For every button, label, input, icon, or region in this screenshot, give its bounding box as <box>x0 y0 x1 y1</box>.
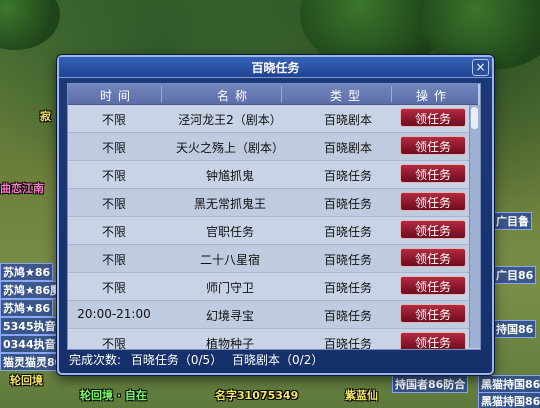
scrollbar-thumb[interactable] <box>471 107 478 129</box>
bg-player-name: 苏鸠★86 <box>0 299 54 317</box>
accept-task-button[interactable]: 领任务 <box>400 192 466 211</box>
task-type: 百晓任务 <box>323 337 372 350</box>
bg-player-name: 猫灵猫灵80 <box>0 353 66 371</box>
column-header-type: 类型 <box>308 86 392 104</box>
task-name: 官职任务 <box>205 225 254 239</box>
column-header-action: 操作 <box>415 89 452 103</box>
accept-task-button[interactable]: 领任务 <box>400 136 466 155</box>
accept-task-button[interactable]: 领任务 <box>400 276 466 295</box>
task-type: 百晓任务 <box>323 197 372 211</box>
task-time: 不限 <box>101 141 126 155</box>
table-row: 不限 植物种子 百晓任务 领任务 <box>68 329 478 350</box>
accept-task-button[interactable]: 领任务 <box>400 220 466 239</box>
table-row: 不限 官职任务 百晓任务 领任务 <box>68 217 478 245</box>
bg-player-name: 广目86 <box>493 266 537 284</box>
close-icon[interactable]: × <box>472 59 489 76</box>
completion-label: 完成次数: <box>69 353 122 367</box>
script-count: 百晓剧本（0/2） <box>232 353 324 367</box>
task-name: 植物种子 <box>205 337 254 350</box>
column-header-time: 时间 <box>78 86 162 104</box>
task-type: 百晓任务 <box>323 281 372 295</box>
task-time: 不限 <box>101 337 126 350</box>
task-time: 不限 <box>101 253 126 267</box>
bg-player-name: 曲恋江南 <box>0 182 44 195</box>
table-row: 不限 黑无常抓鬼王 百晓任务 领任务 <box>68 189 478 217</box>
dialog-titlebar[interactable]: 百晓任务 × <box>59 57 492 78</box>
table-row: 不限 钟馗抓鬼 百晓任务 领任务 <box>68 161 478 189</box>
task-name: 泾河龙王2（剧本） <box>178 113 282 127</box>
table-row: 不限 天火之殇上（剧本） 百晓剧本 领任务 <box>68 133 478 161</box>
dialog-title: 百晓任务 <box>251 61 300 75</box>
table-header: 时间 名称 类型 操作 <box>68 84 478 105</box>
baixiao-task-dialog: 百晓任务 × 时间 名称 类型 操作 不限 泾河龙王2（剧本） 百晓剧本 领任务… <box>57 55 494 375</box>
task-time: 不限 <box>101 169 126 183</box>
column-header-name: 名称 <box>192 86 282 104</box>
task-time: 不限 <box>101 197 126 211</box>
accept-task-button[interactable]: 领任务 <box>400 248 466 267</box>
task-count: 百晓任务（0/5） <box>130 353 223 367</box>
tree-decoration <box>0 0 60 50</box>
bg-player-name: 名字31075349 <box>215 389 299 402</box>
task-type: 百晓任务 <box>323 309 372 323</box>
accept-task-button[interactable]: 领任务 <box>400 164 466 183</box>
table-row: 不限 二十八星宿 百晓任务 领任务 <box>68 245 478 273</box>
task-name: 幻境寻宝 <box>205 309 254 323</box>
table-row: 20:00-21:00 幻境寻宝 百晓任务 领任务 <box>68 301 478 329</box>
task-type: 百晓任务 <box>323 253 372 267</box>
table-row: 不限 师门守卫 百晓任务 领任务 <box>68 273 478 301</box>
bg-player-name: 紫蓝仙 <box>345 389 378 402</box>
bg-player-name: 轮回境 · 自在 <box>80 389 147 402</box>
task-time: 20:00-21:00 <box>77 307 151 321</box>
task-table: 时间 名称 类型 操作 不限 泾河龙王2（剧本） 百晓剧本 领任务 不限 天火之… <box>67 83 481 350</box>
accept-task-button[interactable]: 领任务 <box>400 108 466 127</box>
task-name: 二十八星宿 <box>199 253 260 267</box>
table-row: 不限 泾河龙王2（剧本） 百晓剧本 领任务 <box>68 105 478 133</box>
task-type: 百晓剧本 <box>323 141 372 155</box>
task-name: 黑无常抓鬼王 <box>193 197 266 211</box>
task-name: 师门守卫 <box>205 281 254 295</box>
bg-player-name: 广目鲁 <box>493 212 532 230</box>
completion-count: 完成次数: 百晓任务（0/5） 百晓剧本（0/2） <box>69 351 329 368</box>
bg-player-name: 黑猫持国86 <box>478 392 540 408</box>
accept-task-button[interactable]: 领任务 <box>400 332 466 349</box>
table-scrollbar[interactable] <box>469 105 480 348</box>
task-type: 百晓任务 <box>323 169 372 183</box>
bg-player-name: 苏鸠★86 <box>0 263 54 281</box>
task-time: 不限 <box>101 281 126 295</box>
task-type: 百晓剧本 <box>323 113 372 127</box>
task-time: 不限 <box>101 225 126 239</box>
task-type: 百晓任务 <box>323 225 372 239</box>
bg-player-name: 持国86 <box>493 320 537 338</box>
task-name: 钟馗抓鬼 <box>205 169 254 183</box>
bg-player-name: 持国者86防合 <box>392 375 469 393</box>
accept-task-button[interactable]: 领任务 <box>400 304 466 323</box>
task-time: 不限 <box>101 113 126 127</box>
bg-player-name: 黑猫持国86 <box>478 375 540 393</box>
bg-player-name: 苏鸠★86魔 <box>0 281 65 299</box>
task-name: 天火之殇上（剧本） <box>175 141 284 155</box>
bg-player-name: 寂 <box>40 110 51 123</box>
table-body: 不限 泾河龙王2（剧本） 百晓剧本 领任务 不限 天火之殇上（剧本） 百晓剧本 … <box>68 105 478 350</box>
bg-player-name: 轮回境 <box>10 374 43 387</box>
